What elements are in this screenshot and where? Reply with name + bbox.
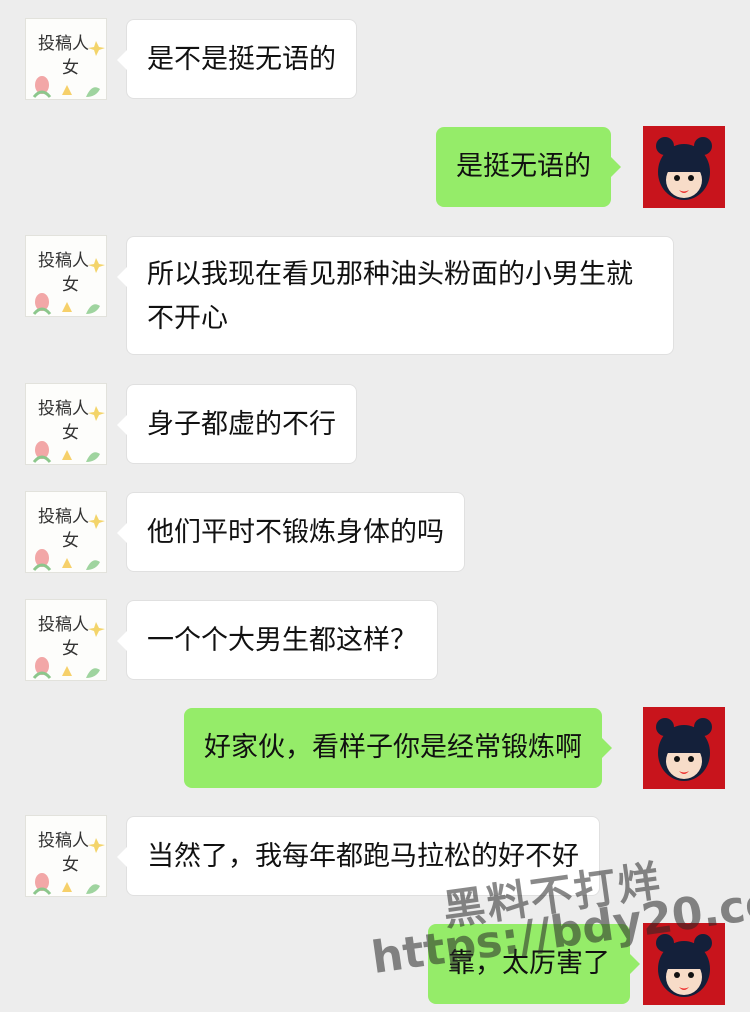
message-bubble[interactable]: 他们平时不锻炼身体的吗 bbox=[117, 492, 465, 572]
svg-text:女: 女 bbox=[62, 58, 79, 78]
avatar-submitter[interactable]: 投稿人 女 bbox=[25, 599, 107, 681]
svg-text:女: 女 bbox=[62, 855, 79, 875]
submitter-avatar-icon: 投稿人 女 bbox=[32, 251, 105, 315]
submitter-avatar-icon: 投稿人 女 bbox=[32, 507, 105, 571]
avatar-self[interactable] bbox=[643, 707, 725, 789]
message-bubble[interactable]: 好家伙，看样子你是经常锻炼啊 bbox=[184, 708, 612, 788]
submitter-avatar-icon: 投稿人 女 bbox=[32, 399, 105, 463]
svg-text:女: 女 bbox=[62, 639, 79, 659]
avatar-submitter[interactable]: 投稿人 女 bbox=[25, 235, 107, 317]
submitter-avatar-icon: 投稿人 女 bbox=[32, 615, 105, 679]
submitter-avatar-icon: 投稿人 女 bbox=[32, 831, 105, 895]
svg-text:投稿人: 投稿人 bbox=[38, 399, 89, 419]
svg-text:投稿人: 投稿人 bbox=[38, 831, 89, 851]
cartoon-girl-avatar-icon bbox=[656, 137, 712, 200]
message-bubble[interactable]: 身子都虚的不行 bbox=[117, 384, 357, 464]
avatar-submitter[interactable]: 投稿人 女 bbox=[25, 383, 107, 465]
message-bubble[interactable]: 是挺无语的 bbox=[436, 127, 621, 207]
svg-text:投稿人: 投稿人 bbox=[38, 34, 89, 54]
message-bubble[interactable]: 所以我现在看见那种油头粉面的小男生就不开心 bbox=[117, 236, 674, 355]
svg-text:女: 女 bbox=[62, 531, 79, 551]
avatar-submitter[interactable]: 投稿人 女 bbox=[25, 815, 107, 897]
message-bubble[interactable]: 是不是挺无语的 bbox=[117, 19, 357, 99]
svg-text:女: 女 bbox=[62, 275, 79, 295]
svg-text:女: 女 bbox=[62, 423, 79, 443]
avatar-submitter[interactable]: 投稿人 女 bbox=[25, 18, 107, 100]
submitter-avatar-icon: 投稿人 女 bbox=[32, 34, 105, 98]
avatar-submitter[interactable]: 投稿人 女 bbox=[25, 491, 107, 573]
svg-text:投稿人: 投稿人 bbox=[38, 615, 89, 635]
message-bubble[interactable]: 一个个大男生都这样？ bbox=[117, 600, 438, 680]
avatar-self[interactable] bbox=[643, 126, 725, 208]
cartoon-girl-avatar-icon bbox=[656, 718, 712, 781]
svg-text:投稿人: 投稿人 bbox=[38, 507, 89, 527]
svg-text:投稿人: 投稿人 bbox=[38, 251, 89, 271]
